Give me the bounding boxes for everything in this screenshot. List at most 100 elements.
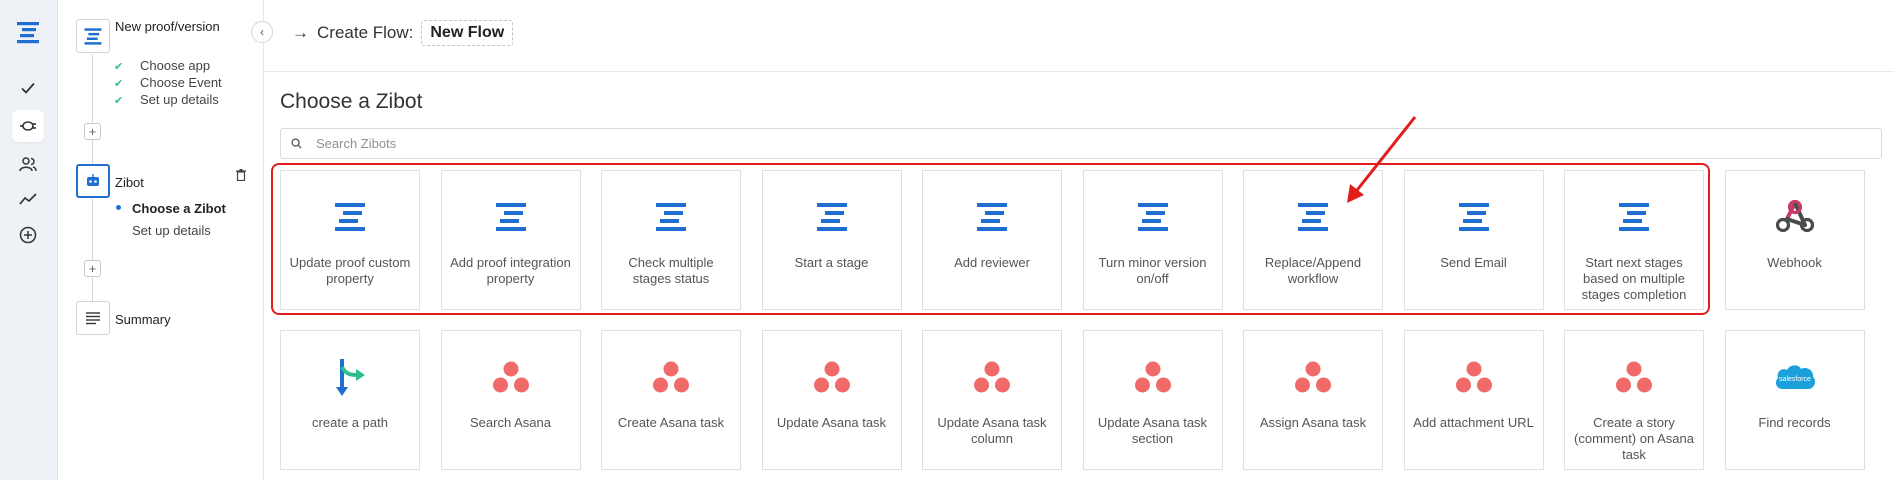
asana-icon bbox=[1405, 359, 1543, 395]
top-bar: → Create Flow: New Flow bbox=[264, 0, 1894, 72]
trash-icon[interactable] bbox=[236, 168, 246, 186]
left-rail bbox=[0, 0, 58, 480]
trigger-sub-choose-app[interactable]: Choose app bbox=[140, 58, 210, 73]
zibot-card[interactable]: Check multiple stages status bbox=[601, 170, 741, 310]
arrow-right-icon: → bbox=[292, 23, 309, 42]
zibot-card-label: Update proof custom property bbox=[289, 255, 411, 286]
zibot-card[interactable]: Create a story (comment) on Asana task bbox=[1564, 330, 1704, 470]
zibot-card[interactable]: Replace/Append workflow bbox=[1243, 170, 1383, 310]
zibot-logo-icon bbox=[1565, 199, 1703, 235]
zibot-logo-icon bbox=[1244, 199, 1382, 235]
zibot-card-label: Update Asana task bbox=[776, 415, 887, 430]
add-step-button[interactable]: + bbox=[84, 260, 101, 277]
zibot-card[interactable]: Add proof integration property bbox=[440, 170, 581, 310]
zibot-card-label: Add attachment URL bbox=[1413, 415, 1534, 430]
asana-icon bbox=[602, 359, 740, 395]
zibot-logo-icon bbox=[602, 199, 740, 235]
zibot-card-label: Create a story (comment) on Asana task bbox=[1574, 415, 1694, 462]
zibot-step-title[interactable]: Zibot bbox=[115, 174, 144, 191]
zibot-card-label: Turn minor version on/off bbox=[1098, 255, 1207, 286]
zibot-logo-icon bbox=[1084, 199, 1222, 235]
collapse-panel-button[interactable]: ‹ bbox=[251, 21, 273, 43]
zibot-card-label: Update Asana task section bbox=[1097, 415, 1208, 446]
zibot-card-label: Start next stages based on multiple stag… bbox=[1581, 255, 1687, 302]
zibot-card-label: Webhook bbox=[1767, 255, 1822, 270]
app-root: New proof/version ✔ Choose app ✔ Choose … bbox=[0, 0, 1894, 480]
zibot-logo-icon bbox=[442, 199, 580, 235]
zibot-card-label: Check multiple stages status bbox=[628, 255, 714, 286]
zibot-card[interactable]: Create Asana task bbox=[601, 330, 741, 470]
zibot-logo-icon bbox=[923, 199, 1061, 235]
integrations-plug-icon[interactable] bbox=[12, 110, 44, 142]
zibot-card[interactable]: Search Asana bbox=[440, 330, 581, 470]
zibot-card[interactable]: salesforce Find records bbox=[1724, 330, 1865, 470]
breadcrumb: → Create Flow: New Flow bbox=[292, 20, 514, 46]
zibot-card[interactable]: Update proof custom property bbox=[280, 170, 420, 310]
trigger-step-title[interactable]: New proof/version bbox=[115, 18, 235, 35]
path-split-icon bbox=[281, 359, 419, 396]
chevron-left-icon: ‹ bbox=[260, 25, 264, 39]
zibot-card-label: Search Asana bbox=[470, 415, 551, 430]
zibot-card[interactable]: Start a stage bbox=[761, 170, 902, 310]
asana-icon bbox=[763, 359, 901, 395]
page-title: Choose a Zibot bbox=[280, 90, 423, 113]
webhook-icon bbox=[1726, 199, 1864, 235]
check-icon: ✔ bbox=[114, 78, 124, 90]
app-logo-icon[interactable] bbox=[12, 16, 44, 48]
add-circle-icon[interactable] bbox=[12, 219, 44, 251]
trigger-sub-setup[interactable]: Set up details bbox=[140, 92, 219, 107]
add-step-button[interactable]: + bbox=[84, 123, 101, 140]
zibot-card-label: Assign Asana task bbox=[1259, 415, 1367, 430]
flow-steps-panel: New proof/version ✔ Choose app ✔ Choose … bbox=[58, 0, 264, 480]
zibot-card[interactable]: Start next stages based on multiple stag… bbox=[1564, 170, 1704, 310]
approvals-check-icon[interactable] bbox=[12, 72, 44, 104]
salesforce-icon: salesforce bbox=[1726, 359, 1864, 395]
zibot-step-box[interactable] bbox=[76, 164, 110, 198]
asana-icon bbox=[1084, 359, 1222, 395]
zibot-logo-icon bbox=[84, 28, 102, 45]
asana-icon bbox=[1244, 359, 1382, 395]
zibot-card[interactable]: create a path bbox=[280, 330, 420, 470]
zibot-logo-icon bbox=[763, 199, 901, 235]
zibot-card-label: Find records bbox=[1758, 415, 1831, 430]
check-icon: ✔ bbox=[114, 61, 124, 73]
active-bullet-icon bbox=[116, 205, 121, 210]
zibot-card[interactable]: Turn minor version on/off bbox=[1082, 170, 1223, 310]
zibot-card-label: Update Asana task column bbox=[937, 415, 1047, 446]
zibot-card[interactable]: Assign Asana task bbox=[1243, 330, 1383, 470]
zibot-card[interactable]: Webhook bbox=[1724, 170, 1865, 310]
asana-icon bbox=[1565, 359, 1703, 395]
asana-icon bbox=[923, 359, 1061, 395]
zibot-card-label: Send Email bbox=[1440, 255, 1507, 270]
zibot-card[interactable]: Update Asana task column bbox=[922, 330, 1062, 470]
zibot-sub-setup[interactable]: Set up details bbox=[132, 223, 211, 238]
flow-name-field[interactable]: New Flow bbox=[421, 20, 514, 46]
search-bar[interactable] bbox=[280, 128, 1882, 159]
summary-lines-icon bbox=[86, 312, 100, 325]
summary-step-title[interactable]: Summary bbox=[115, 311, 171, 328]
summary-step-box[interactable] bbox=[76, 301, 110, 335]
zibot-card[interactable]: Update Asana task section bbox=[1082, 330, 1223, 470]
zibot-logo-icon bbox=[1405, 199, 1543, 235]
zibot-logo-icon bbox=[281, 199, 419, 235]
search-input[interactable] bbox=[316, 136, 1816, 151]
zibot-card-label: create a path bbox=[312, 415, 388, 430]
trigger-sub-choose-event[interactable]: Choose Event bbox=[140, 75, 222, 90]
robot-icon bbox=[87, 174, 99, 186]
asana-icon bbox=[442, 359, 580, 395]
search-icon bbox=[291, 138, 302, 149]
users-icon[interactable] bbox=[12, 148, 44, 180]
breadcrumb-label: Create Flow: bbox=[317, 23, 414, 42]
zibot-card-label: Create Asana task bbox=[617, 415, 725, 430]
zibot-card[interactable]: Update Asana task bbox=[761, 330, 902, 470]
check-icon: ✔ bbox=[114, 95, 124, 107]
trigger-step-box[interactable] bbox=[76, 19, 110, 53]
salesforce-logo-text: salesforce bbox=[1779, 376, 1811, 383]
zibot-card[interactable]: Send Email bbox=[1403, 170, 1544, 310]
zibot-card-label: Add reviewer bbox=[954, 255, 1030, 270]
analytics-trend-icon[interactable] bbox=[12, 183, 44, 215]
zibot-card-label: Start a stage bbox=[794, 255, 869, 270]
zibot-sub-choose[interactable]: Choose a Zibot bbox=[132, 201, 226, 216]
zibot-card[interactable]: Add attachment URL bbox=[1403, 330, 1544, 470]
zibot-card[interactable]: Add reviewer bbox=[922, 170, 1062, 310]
